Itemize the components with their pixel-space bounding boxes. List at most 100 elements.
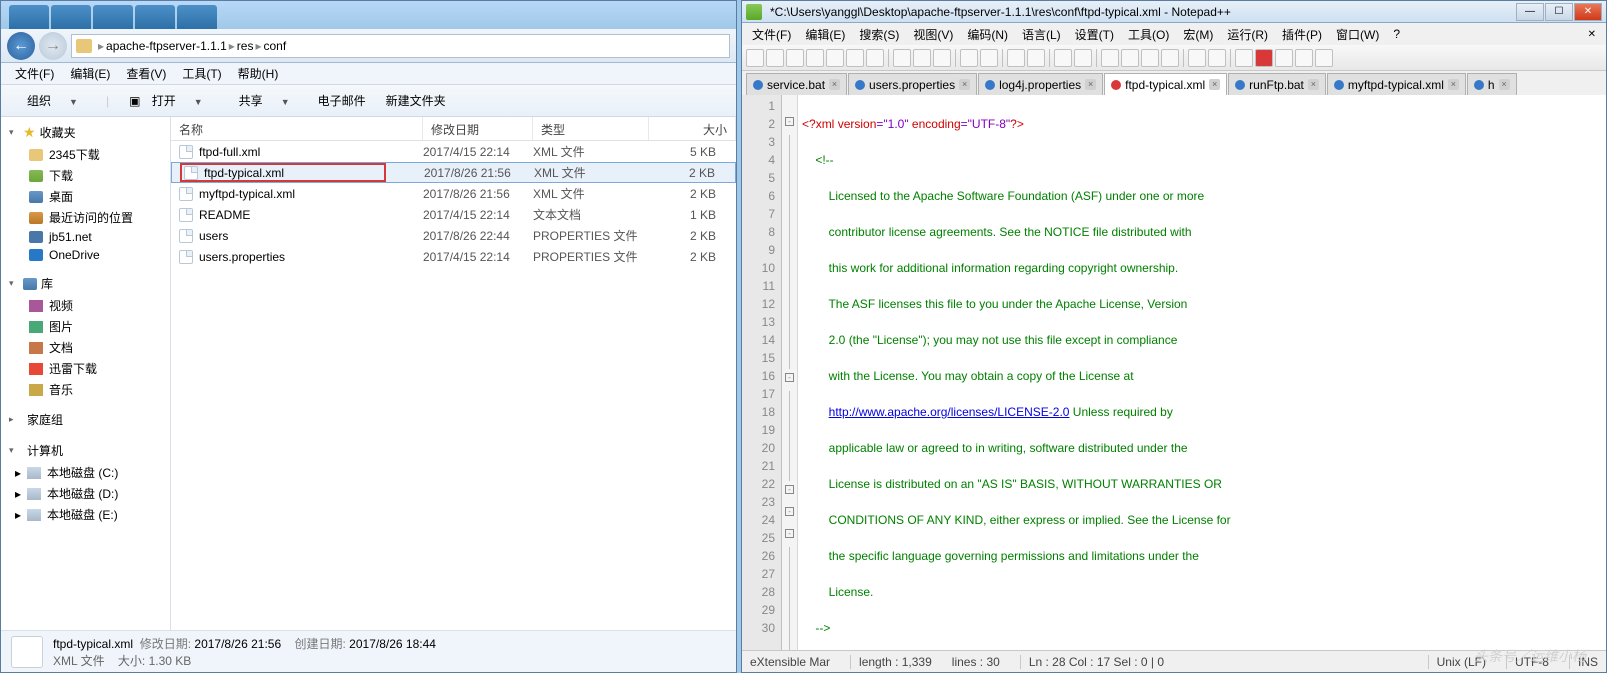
sync-icon[interactable] xyxy=(1101,49,1119,67)
menu-item[interactable]: 运行(R) xyxy=(1221,24,1274,45)
tab-close-icon[interactable]: × xyxy=(959,79,970,90)
minimize-button[interactable]: — xyxy=(1516,3,1544,21)
chevron-right-icon[interactable]: ▸ xyxy=(229,39,235,53)
breadcrumb-item[interactable]: conf xyxy=(264,39,287,53)
zoomout-icon[interactable] xyxy=(1074,49,1092,67)
sidebar-library[interactable]: ▾库 xyxy=(1,272,170,295)
print-icon[interactable] xyxy=(866,49,884,67)
paste-icon[interactable] xyxy=(933,49,951,67)
open-icon[interactable] xyxy=(766,49,784,67)
close-menu-icon[interactable]: ✕ xyxy=(1582,27,1602,42)
menu-item[interactable]: 搜索(S) xyxy=(853,24,905,45)
tab-close-icon[interactable]: × xyxy=(829,79,840,90)
maximize-button[interactable]: ☐ xyxy=(1545,3,1573,21)
editor-tab[interactable]: runFtp.bat× xyxy=(1228,73,1326,95)
newfolder-button[interactable]: 新建文件夹 xyxy=(378,88,454,113)
tab-close-icon[interactable]: × xyxy=(1308,79,1319,90)
playx-icon[interactable] xyxy=(1315,49,1333,67)
close-button[interactable]: ✕ xyxy=(1574,3,1602,21)
find-icon[interactable] xyxy=(1007,49,1025,67)
menu-item[interactable]: 视图(V) xyxy=(907,24,959,45)
menu-help[interactable]: 帮助(H) xyxy=(232,63,285,84)
col-name[interactable]: 名称 xyxy=(171,117,423,140)
sidebar-item[interactable]: 最近访问的位置 xyxy=(1,207,170,228)
sidebar-item[interactable]: jb51.net xyxy=(1,228,170,246)
menu-item[interactable]: 编辑(E) xyxy=(799,24,851,45)
sidebar-item[interactable]: 图片 xyxy=(1,316,170,337)
organize-button[interactable]: 组织▼ xyxy=(11,88,94,113)
sidebar-item[interactable]: 文档 xyxy=(1,337,170,358)
taskbar-item[interactable] xyxy=(9,5,49,29)
code-area[interactable]: <?xml version="1.0" encoding="UTF-8"?> <… xyxy=(798,95,1606,650)
unfold-icon[interactable] xyxy=(1208,49,1226,67)
sidebar-item[interactable]: ▸本地磁盘 (C:) xyxy=(1,462,170,483)
breadcrumb-item[interactable]: res xyxy=(237,39,254,53)
wrap-icon[interactable] xyxy=(1121,49,1139,67)
menu-edit[interactable]: 编辑(E) xyxy=(64,63,116,84)
menu-item[interactable]: 设置(T) xyxy=(1069,24,1120,45)
menu-item[interactable]: 插件(P) xyxy=(1276,24,1328,45)
cut-icon[interactable] xyxy=(893,49,911,67)
chevron-right-icon[interactable]: ▸ xyxy=(255,39,261,53)
tab-close-icon[interactable]: × xyxy=(1448,79,1459,90)
editor-tab[interactable]: users.properties× xyxy=(848,73,977,95)
tab-close-icon[interactable]: × xyxy=(1499,79,1510,90)
saveall-icon[interactable] xyxy=(806,49,824,67)
menu-item[interactable]: ? xyxy=(1387,25,1406,43)
file-row[interactable]: ftpd-full.xml2017/4/15 22:14XML 文件5 KB xyxy=(171,141,736,162)
file-row[interactable]: README2017/4/15 22:14文本文档1 KB xyxy=(171,204,736,225)
taskbar-item[interactable] xyxy=(93,5,133,29)
menu-file[interactable]: 文件(F) xyxy=(9,63,60,84)
replace-icon[interactable] xyxy=(1027,49,1045,67)
tab-close-icon[interactable]: × xyxy=(1209,79,1220,90)
sidebar-item[interactable]: 音乐 xyxy=(1,379,170,400)
close-icon[interactable] xyxy=(826,49,844,67)
file-row[interactable]: users2017/8/26 22:44PROPERTIES 文件2 KB xyxy=(171,225,736,246)
col-size[interactable]: 大小 xyxy=(649,117,736,140)
stop-icon[interactable] xyxy=(1275,49,1293,67)
file-row[interactable]: myftpd-typical.xml2017/8/26 21:56XML 文件2… xyxy=(171,183,736,204)
breadcrumb[interactable]: ▸ apache-ftpserver-1.1.1 ▸ res ▸ conf xyxy=(71,34,730,58)
sidebar-item[interactable]: 迅雷下载 xyxy=(1,358,170,379)
menu-item[interactable]: 宏(M) xyxy=(1177,24,1219,45)
menu-tools[interactable]: 工具(T) xyxy=(176,63,227,84)
sidebar-favorites[interactable]: ▾★收藏夹 xyxy=(1,121,170,144)
email-button[interactable]: 电子邮件 xyxy=(310,88,374,113)
col-date[interactable]: 修改日期 xyxy=(423,117,533,140)
menu-item[interactable]: 文件(F) xyxy=(746,24,797,45)
editor-tab[interactable]: ftpd-typical.xml× xyxy=(1104,73,1227,95)
copy-icon[interactable] xyxy=(913,49,931,67)
fold-icon[interactable] xyxy=(1188,49,1206,67)
allchars-icon[interactable] xyxy=(1141,49,1159,67)
file-row[interactable]: users.properties2017/4/15 22:14PROPERTIE… xyxy=(171,246,736,267)
sidebar-item[interactable]: 视频 xyxy=(1,295,170,316)
editor-tab[interactable]: service.bat× xyxy=(746,73,847,95)
sidebar-item[interactable]: 2345下载 xyxy=(1,144,170,165)
taskbar-item[interactable] xyxy=(51,5,91,29)
back-button[interactable]: ← xyxy=(7,32,35,60)
editor-tab[interactable]: myftpd-typical.xml× xyxy=(1327,73,1466,95)
menu-item[interactable]: 窗口(W) xyxy=(1330,24,1385,45)
editor-tab[interactable]: h× xyxy=(1467,73,1517,95)
share-button[interactable]: 共享▼ xyxy=(223,88,306,113)
save-icon[interactable] xyxy=(786,49,804,67)
new-icon[interactable] xyxy=(746,49,764,67)
taskbar-item[interactable] xyxy=(135,5,175,29)
closeall-icon[interactable] xyxy=(846,49,864,67)
sidebar-item[interactable]: 下载 xyxy=(1,165,170,186)
open-button[interactable]: ▣ 打开▼ xyxy=(121,88,219,113)
macro-icon[interactable] xyxy=(1235,49,1253,67)
sidebar-item[interactable]: ▸本地磁盘 (E:) xyxy=(1,504,170,525)
sidebar-item[interactable]: OneDrive xyxy=(1,246,170,264)
menu-item[interactable]: 工具(O) xyxy=(1122,24,1175,45)
sidebar-computer[interactable]: ▾计算机 xyxy=(1,439,170,462)
chevron-right-icon[interactable]: ▸ xyxy=(98,39,104,53)
zoomin-icon[interactable] xyxy=(1054,49,1072,67)
menu-view[interactable]: 查看(V) xyxy=(120,63,172,84)
file-row[interactable]: ftpd-typical.xml2017/8/26 21:56XML 文件2 K… xyxy=(171,162,736,183)
sidebar-item[interactable]: ▸本地磁盘 (D:) xyxy=(1,483,170,504)
title-bar[interactable]: *C:\Users\yanggl\Desktop\apache-ftpserve… xyxy=(742,1,1606,23)
menu-item[interactable]: 编码(N) xyxy=(961,24,1014,45)
editor-tab[interactable]: log4j.properties× xyxy=(978,73,1103,95)
menu-item[interactable]: 语言(L) xyxy=(1016,24,1067,45)
